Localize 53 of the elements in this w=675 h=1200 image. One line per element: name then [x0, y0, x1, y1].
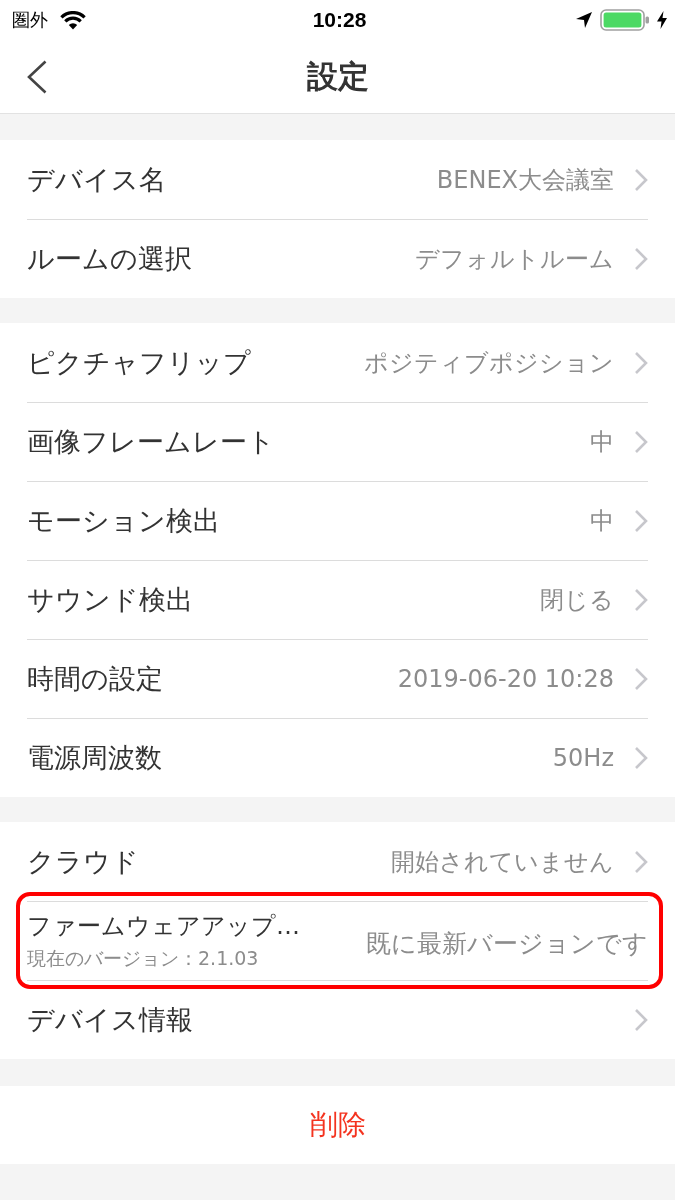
delete-button[interactable]: 削除 [0, 1086, 675, 1164]
chevron-right-icon [634, 247, 648, 271]
setting-label: 時間の設定 [27, 662, 163, 696]
settings-row[interactable]: 画像フレームレート 中 [0, 402, 675, 481]
setting-value: 閉じる [540, 585, 614, 616]
setting-label: クラウド [27, 844, 139, 879]
setting-value: 中 [590, 506, 614, 537]
setting-value: 50Hz [552, 744, 614, 772]
chevron-right-icon [634, 350, 648, 375]
back-button[interactable] [27, 59, 47, 94]
chevron-right-icon [634, 430, 648, 454]
settings-row[interactable]: クラウド 開始されていません [0, 822, 675, 901]
setting-value: 中 [590, 427, 614, 458]
setting-label: ファームウェアアップ… [27, 911, 300, 942]
setting-label: デバイス情報 [27, 1003, 193, 1037]
chevron-right-icon [634, 509, 648, 533]
settings-row[interactable]: ルームの選択 デフォルトルーム [0, 219, 675, 298]
settings-row[interactable]: 電源周波数 50Hz [0, 718, 675, 797]
chevron-right-icon [634, 1008, 648, 1032]
setting-value: 開始されていません [391, 846, 614, 878]
setting-label: デバイス名 [27, 162, 166, 197]
settings-row[interactable]: ファームウェアアップ… 現在のバージョン：2.1.03 既に最新バージョンです [0, 901, 675, 980]
setting-value: BENEX大会議室 [436, 164, 614, 196]
chevron-left-icon [27, 59, 47, 94]
chevron-right-icon [634, 167, 648, 192]
battery-icon [600, 9, 649, 31]
charging-bolt-icon [657, 11, 667, 29]
settings-row[interactable]: モーション検出 中 [0, 481, 675, 560]
setting-label: 画像フレームレート [27, 425, 275, 459]
settings-row[interactable]: サウンド検出 閉じる [0, 560, 675, 639]
setting-label: ルームの選択 [27, 242, 192, 276]
setting-label: ピクチャフリップ [27, 345, 251, 380]
settings-row[interactable]: 時間の設定 2019-06-20 10:28 [0, 639, 675, 718]
chevron-right-icon [634, 588, 648, 612]
chevron-right-icon [634, 849, 648, 874]
settings-row[interactable]: ピクチャフリップ ポジティブポジション [0, 323, 675, 402]
page-title: 設定 [305, 56, 370, 96]
setting-label: 電源周波数 [27, 741, 162, 775]
clock-time: 10:28 [312, 8, 367, 32]
wifi-icon [60, 10, 86, 30]
version-text: 現在のバージョン：2.1.03 [27, 946, 260, 971]
status-value: 既に最新バージョンです [366, 927, 648, 960]
settings-row[interactable]: デバイス情報 [0, 980, 675, 1059]
chevron-right-icon [634, 746, 648, 770]
setting-value: ポジティブポジション [364, 347, 614, 379]
setting-label: モーション検出 [27, 504, 220, 538]
chevron-right-icon [634, 667, 648, 691]
settings-row[interactable]: デバイス名 BENEX大会議室 [0, 140, 675, 219]
setting-value: 2019-06-20 10:28 [397, 665, 614, 693]
carrier-text: 圏外 [12, 8, 48, 32]
setting-value: デフォルトルーム [415, 244, 614, 275]
location-arrow-icon [576, 12, 592, 28]
setting-label: サウンド検出 [27, 583, 193, 617]
